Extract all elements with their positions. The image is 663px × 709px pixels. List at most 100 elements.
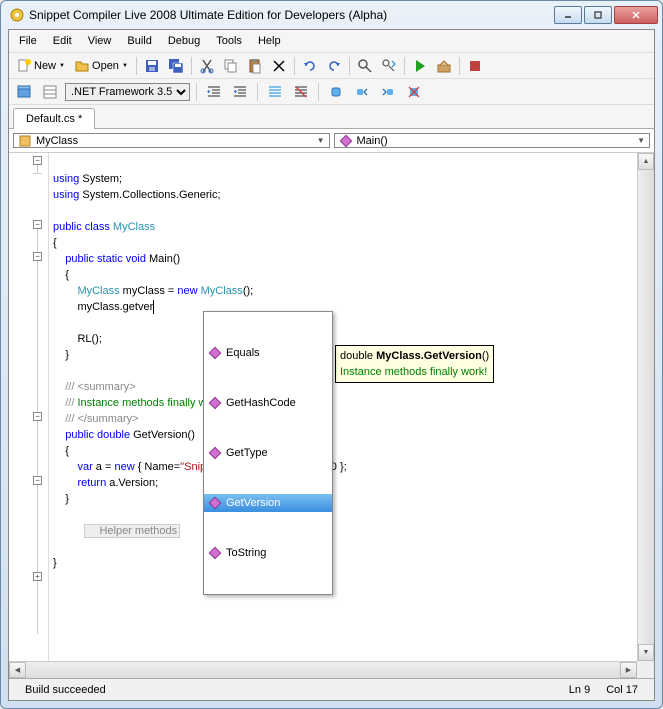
class-icon (18, 134, 32, 148)
bookmark-clear-icon (406, 84, 422, 100)
text-caret (153, 300, 154, 314)
fold-toggle[interactable]: − (33, 252, 42, 261)
bookmark-next-button[interactable] (377, 81, 399, 103)
run-button[interactable] (409, 55, 431, 77)
bookmark-prev-button[interactable] (351, 81, 373, 103)
method-selector[interactable]: Main() ▼ (334, 133, 651, 148)
copy-button[interactable] (220, 55, 242, 77)
build-button[interactable] (433, 55, 455, 77)
undo-button[interactable] (299, 55, 321, 77)
intellisense-item[interactable]: Equals (204, 344, 332, 362)
stop-icon (467, 58, 483, 74)
toolbar-main: New ▼ Open ▼ (9, 52, 654, 78)
bookmark-clear-button[interactable] (403, 81, 425, 103)
fold-toggle[interactable]: − (33, 220, 42, 229)
scroll-up-button[interactable]: ▲ (638, 153, 654, 170)
toolbar-separator (257, 83, 258, 101)
vertical-scrollbar[interactable]: ▲ ▼ (637, 153, 654, 661)
new-button[interactable]: New ▼ (13, 55, 69, 77)
signature-tooltip: double MyClass.GetVersion() Instance met… (335, 345, 494, 383)
minimize-button[interactable] (554, 6, 582, 24)
titlebar[interactable]: Snippet Compiler Live 2008 Ultimate Edit… (1, 1, 662, 29)
window-title: Snippet Compiler Live 2008 Ultimate Edit… (29, 8, 552, 22)
save-icon (144, 58, 160, 74)
build-icon (436, 58, 452, 74)
menu-tools[interactable]: Tools (208, 33, 250, 49)
client-area: File Edit View Build Debug Tools Help Ne… (8, 29, 655, 701)
toolbar-separator (404, 57, 405, 75)
properties-button[interactable] (39, 81, 61, 103)
fold-line (37, 165, 38, 173)
method-icon (208, 346, 222, 360)
class-label: MyClass (36, 135, 78, 147)
scroll-right-button[interactable]: ▶ (620, 662, 637, 678)
menu-file[interactable]: File (11, 33, 45, 49)
open-button[interactable]: Open ▼ (71, 55, 132, 77)
tab-default-cs[interactable]: Default.cs * (13, 108, 95, 129)
redo-button[interactable] (323, 55, 345, 77)
collapsed-region[interactable]: Helper methods (84, 524, 180, 538)
close-button[interactable] (614, 6, 658, 24)
code-area[interactable]: using System; using System.Collections.G… (49, 153, 637, 661)
toolbar-separator (318, 83, 319, 101)
class-selector[interactable]: MyClass ▼ (13, 133, 330, 148)
uncomment-button[interactable] (290, 81, 312, 103)
toolbar-separator (349, 57, 350, 75)
scroll-left-button[interactable]: ◀ (9, 662, 26, 678)
bookmark-prev-icon (354, 84, 370, 100)
scroll-thumb[interactable] (638, 170, 654, 644)
indent-left-button[interactable] (203, 81, 225, 103)
status-column: Col 17 (598, 684, 646, 696)
framework-selector[interactable]: .NET Framework 3.5 (65, 83, 190, 101)
comment-button[interactable] (264, 81, 286, 103)
indent-right-button[interactable] (229, 81, 251, 103)
maximize-button[interactable] (584, 6, 612, 24)
delete-button[interactable] (268, 55, 290, 77)
redo-icon (326, 58, 342, 74)
method-icon (339, 134, 353, 148)
bookmark-button[interactable] (325, 81, 347, 103)
scroll-thumb[interactable] (26, 662, 620, 678)
cut-button[interactable] (196, 55, 218, 77)
undo-icon (302, 58, 318, 74)
status-message: Build succeeded (17, 684, 114, 696)
status-line: Ln 9 (561, 684, 598, 696)
dropdown-arrow-icon: ▼ (121, 55, 129, 77)
new-label: New (32, 60, 58, 72)
menu-help[interactable]: Help (250, 33, 289, 49)
find-button[interactable] (354, 55, 376, 77)
scrollbar-corner (637, 661, 654, 678)
intellisense-item[interactable]: ToString (204, 544, 332, 562)
bookmark-next-icon (380, 84, 396, 100)
cut-icon (199, 58, 215, 74)
intellisense-popup[interactable]: Equals GetHashCode GetType GetVersion To… (203, 311, 333, 595)
fold-toggle[interactable]: − (33, 156, 42, 165)
save-button[interactable] (141, 55, 163, 77)
fold-toggle[interactable]: − (33, 476, 42, 485)
menu-build[interactable]: Build (119, 33, 159, 49)
intellisense-item[interactable]: GetHashCode (204, 394, 332, 412)
open-label: Open (90, 60, 121, 72)
menu-debug[interactable]: Debug (160, 33, 208, 49)
gutter: − − − − − + (9, 153, 49, 661)
fold-toggle[interactable]: + (33, 572, 42, 581)
fold-toggle[interactable]: − (33, 412, 42, 421)
horizontal-scrollbar[interactable]: ◀ ▶ (9, 661, 637, 678)
dropdown-arrow-icon: ▼ (317, 136, 325, 145)
new-file-icon (16, 58, 32, 74)
save-all-button[interactable] (165, 55, 187, 77)
uncomment-icon (293, 84, 309, 100)
toolbox-button[interactable] (13, 81, 35, 103)
find-icon (357, 58, 373, 74)
find-next-button[interactable] (378, 55, 400, 77)
paste-button[interactable] (244, 55, 266, 77)
menu-edit[interactable]: Edit (45, 33, 80, 49)
menu-view[interactable]: View (80, 33, 120, 49)
stop-button[interactable] (464, 55, 486, 77)
scroll-down-button[interactable]: ▼ (638, 644, 654, 661)
bookmark-icon (328, 84, 344, 100)
toolbar-secondary: .NET Framework 3.5 (9, 78, 654, 104)
intellisense-item[interactable]: GetType (204, 444, 332, 462)
editor[interactable]: − − − − − + using System; using System.C… (9, 152, 654, 661)
intellisense-item-selected[interactable]: GetVersion (204, 494, 332, 512)
